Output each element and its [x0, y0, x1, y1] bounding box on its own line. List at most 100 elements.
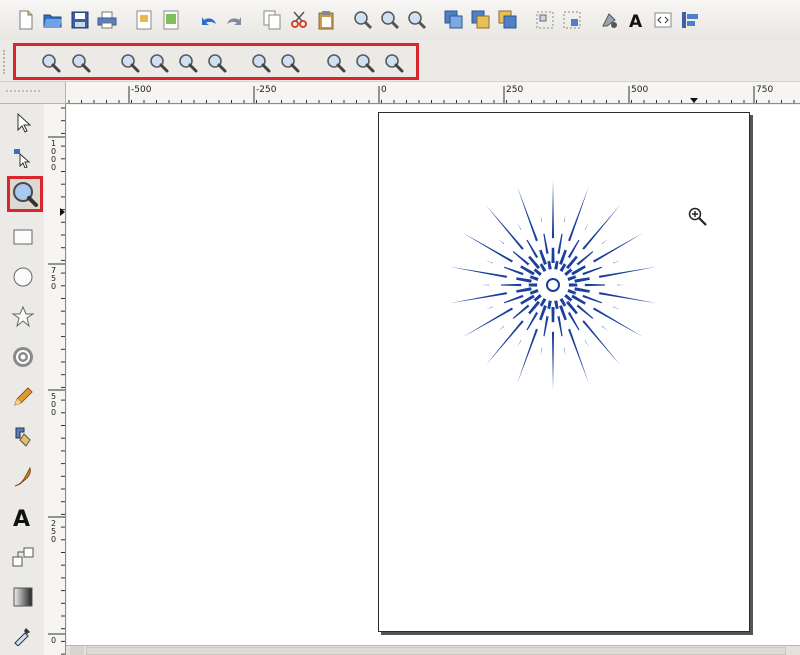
dropper-icon — [14, 628, 30, 646]
zoom-magnifier-icon — [13, 182, 38, 207]
zoom-selection-icon — [208, 54, 227, 73]
align-icon — [682, 12, 698, 28]
text-icon: A — [13, 507, 30, 529]
zoom-page-button[interactable] — [405, 8, 429, 32]
zoom-selection-button[interactable] — [351, 8, 375, 32]
calligraphy-icon — [14, 466, 31, 487]
print-icon — [97, 11, 117, 29]
cut-icon — [291, 11, 307, 28]
xml-editor-button[interactable] — [651, 8, 675, 32]
group-button[interactable] — [533, 8, 557, 32]
zoom-out-button[interactable] — [70, 52, 92, 74]
save-button[interactable] — [68, 8, 92, 32]
node-editor-icon — [14, 149, 31, 168]
gradient-icon — [13, 587, 33, 607]
horizontal-scrollbar[interactable] — [66, 645, 800, 655]
align-button[interactable] — [678, 8, 702, 32]
duplicate-button[interactable] — [442, 8, 466, 32]
import-icon — [136, 10, 152, 30]
rectangle-tool[interactable] — [8, 222, 38, 252]
save-icon — [71, 11, 89, 29]
import-button[interactable] — [132, 8, 156, 32]
zoom-next-button[interactable] — [383, 52, 405, 74]
tool-palette: A — [0, 104, 44, 655]
zoom-1-1-icon — [121, 54, 140, 73]
ungroup-icon — [563, 11, 581, 29]
star-tool[interactable] — [8, 302, 38, 332]
scroll-left-arrow[interactable] — [70, 646, 84, 655]
zoom-2-1-button[interactable] — [177, 52, 199, 74]
text-tool[interactable]: A — [8, 502, 38, 532]
svg-text:A: A — [629, 12, 643, 30]
toolbar-grip[interactable] — [3, 50, 7, 74]
zoom-2-1-icon — [179, 54, 198, 73]
drawing-canvas[interactable] — [67, 105, 800, 645]
spiral-tool[interactable] — [8, 342, 38, 372]
zoom-previous-button[interactable] — [354, 52, 376, 74]
gradient-tool[interactable] — [8, 582, 38, 612]
export-button[interactable] — [159, 8, 183, 32]
fill-stroke-button[interactable] — [597, 8, 621, 32]
vruler-label: 0 — [51, 408, 56, 417]
cut-button[interactable] — [287, 8, 311, 32]
hruler-label: 500 — [631, 85, 648, 95]
zoom-1-1-button[interactable] — [119, 52, 141, 74]
unlink-clone-button[interactable] — [496, 8, 520, 32]
selector-tool[interactable] — [8, 108, 38, 138]
open-button[interactable] — [41, 8, 65, 32]
commands-toolbar: A — [0, 0, 800, 40]
blue-star-drawing[interactable] — [443, 175, 663, 395]
zoom-next-icon — [385, 54, 404, 73]
zoom-out-icon — [72, 54, 91, 73]
hruler-label: 750 — [756, 85, 773, 95]
zoom-tool[interactable] — [7, 176, 43, 212]
zoom-drawing-button[interactable] — [378, 8, 402, 32]
vertical-ruler[interactable]: 10007505002500 — [44, 104, 66, 655]
zoom-page-button[interactable] — [279, 52, 301, 74]
zoom-page-width-icon — [327, 54, 346, 73]
horizontal-ruler[interactable]: -500 -250 0 250 500 750 — [66, 82, 800, 104]
scrollbar-thumb[interactable] — [86, 647, 786, 655]
zoom-in-button[interactable] — [40, 52, 62, 74]
duplicate-icon — [444, 10, 463, 29]
vruler-label: 0 — [51, 282, 56, 291]
new-document-button[interactable] — [14, 8, 38, 32]
node-tool[interactable] — [8, 142, 38, 172]
vruler-label: 0 — [51, 163, 56, 172]
zoom-page-width-button[interactable] — [325, 52, 347, 74]
ellipse-icon — [13, 267, 33, 287]
ruler-corner — [0, 82, 66, 104]
pen-tool[interactable] — [8, 422, 38, 452]
undo-button[interactable] — [196, 8, 220, 32]
print-button[interactable] — [95, 8, 119, 32]
ungroup-button[interactable] — [560, 8, 584, 32]
zoom-drawing-button[interactable] — [250, 52, 272, 74]
zoom-page-icon — [281, 54, 300, 73]
hruler-label: 250 — [506, 85, 523, 95]
unlink-clone-icon — [498, 10, 517, 29]
connector-tool[interactable] — [8, 542, 38, 572]
text-font-button[interactable]: A — [624, 8, 648, 32]
copy-button[interactable] — [260, 8, 284, 32]
zoom-drawing-icon — [252, 54, 271, 73]
inkscape-window: A -500-2500250500750 10007505002500 — [0, 0, 800, 655]
dropper-tool[interactable] — [8, 620, 38, 650]
zoom-cursor-icon — [688, 207, 707, 226]
undo-icon — [202, 17, 216, 25]
redo-button[interactable] — [223, 8, 247, 32]
pencil-tool[interactable] — [8, 382, 38, 412]
zoom-selection-button[interactable] — [206, 52, 228, 74]
zoom-1-2-button[interactable] — [148, 52, 170, 74]
fill-stroke-icon — [602, 13, 617, 28]
rectangle-icon — [13, 229, 33, 245]
svg-text:A: A — [13, 507, 30, 529]
paste-button[interactable] — [314, 8, 338, 32]
pencil-icon — [14, 387, 33, 406]
ellipse-tool[interactable] — [8, 262, 38, 292]
star-icon — [11, 305, 35, 328]
calligraphy-tool[interactable] — [8, 462, 38, 492]
clone-button[interactable] — [469, 8, 493, 32]
open-icon — [43, 14, 62, 28]
zoom-in-icon — [42, 54, 61, 73]
vruler-label: 0 — [51, 535, 56, 544]
